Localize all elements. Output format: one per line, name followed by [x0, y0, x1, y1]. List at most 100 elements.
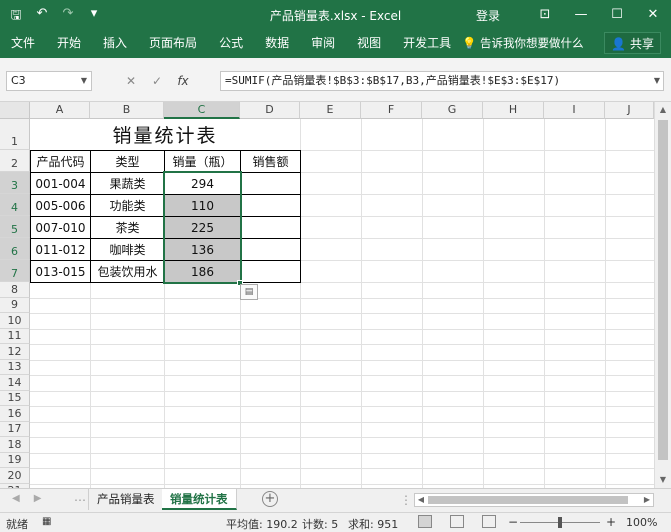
table-cell[interactable] [240, 260, 301, 283]
scroll-left-icon[interactable]: ◀ [415, 494, 427, 506]
row-header-4[interactable]: 4 [0, 194, 30, 216]
column-header-h[interactable]: H [483, 102, 544, 119]
add-sheet-icon[interactable]: + [262, 491, 278, 507]
row-header-16[interactable]: 16 [0, 406, 30, 422]
table-cell[interactable]: 007-010 [30, 216, 91, 239]
table-cell[interactable]: 136 [164, 238, 241, 261]
scroll-down-icon[interactable]: ▼ [655, 472, 671, 488]
table-cell[interactable]: 咖啡类 [90, 238, 165, 261]
column-header-c[interactable]: C [164, 102, 240, 119]
row-header-20[interactable]: 20 [0, 468, 30, 484]
zoom-out-icon[interactable]: − [508, 515, 518, 529]
tab-view[interactable]: 视图 [346, 30, 392, 58]
row-header-18[interactable]: 18 [0, 437, 30, 453]
table-cell[interactable]: 294 [164, 172, 241, 195]
row-header-19[interactable]: 19 [0, 452, 30, 468]
column-header-j[interactable]: J [605, 102, 654, 119]
column-header-e[interactable]: E [300, 102, 361, 119]
page-break-view-icon[interactable] [482, 515, 496, 528]
enter-icon[interactable]: ✓ [144, 71, 170, 91]
scroll-right-icon[interactable]: ▶ [641, 494, 653, 506]
formula-input[interactable]: =SUMIF(产品销量表!$B$3:$B$17,B3,产品销量表!$E$3:$E… [220, 71, 664, 91]
header-sales-amount[interactable]: 销售额 [240, 150, 301, 173]
horizontal-scrollbar[interactable]: ◀ ▶ [414, 493, 654, 507]
tab-insert[interactable]: 插入 [92, 30, 138, 58]
table-cell[interactable]: 013-015 [30, 260, 91, 283]
tab-review[interactable]: 审阅 [300, 30, 346, 58]
table-cell[interactable]: 果蔬类 [90, 172, 165, 195]
sheet-tab-sales-stats[interactable]: 销量统计表 [162, 489, 237, 510]
ribbon-display-icon[interactable]: ⊡ [527, 0, 563, 30]
row-header-7[interactable]: 7 [0, 260, 30, 282]
ellipsis-icon[interactable]: ⋯ [74, 493, 86, 507]
tab-data[interactable]: 数据 [254, 30, 300, 58]
table-cell[interactable]: 011-012 [30, 238, 91, 261]
table-cell[interactable]: 茶类 [90, 216, 165, 239]
row-header-1[interactable]: 1 [0, 119, 30, 150]
tab-page-layout[interactable]: 页面布局 [138, 30, 208, 58]
table-cell[interactable] [240, 172, 301, 195]
name-box[interactable]: C3 ▼ [6, 71, 92, 91]
table-cell[interactable] [240, 216, 301, 239]
header-sales-volume[interactable]: 销量（瓶） [164, 150, 241, 173]
expand-formula-icon[interactable]: ▼ [654, 72, 660, 90]
ellipsis-icon[interactable]: ⋮ [400, 493, 412, 507]
vertical-scrollbar[interactable]: ▲ ▼ [654, 102, 671, 488]
row-header-2[interactable]: 2 [0, 150, 30, 172]
worksheet-grid[interactable]: A B C D E F G H I J 1 2 3 4 5 6 7 8 9 10… [0, 102, 654, 488]
header-type[interactable]: 类型 [90, 150, 165, 173]
column-header-i[interactable]: I [544, 102, 605, 119]
row-header-14[interactable]: 14 [0, 375, 30, 391]
login-button[interactable]: 登录 [476, 7, 500, 24]
column-header-a[interactable]: A [30, 102, 90, 119]
row-header-10[interactable]: 10 [0, 313, 30, 329]
prev-sheet-icon[interactable]: ◀ [12, 493, 20, 504]
sheet-tab-sales-table[interactable]: 产品销量表 [88, 489, 164, 510]
table-cell[interactable] [240, 194, 301, 217]
chevron-down-icon[interactable]: ▼ [81, 72, 87, 90]
table-cell[interactable]: 功能类 [90, 194, 165, 217]
scroll-up-icon[interactable]: ▲ [655, 102, 671, 118]
select-all-button[interactable] [0, 102, 30, 119]
table-cell[interactable]: 包装饮用水 [90, 260, 165, 283]
table-cell[interactable]: 186 [164, 260, 241, 283]
macro-record-icon[interactable]: ▦ [42, 516, 51, 527]
zoom-level[interactable]: 100% [626, 516, 657, 529]
insert-function-icon[interactable]: fx [170, 71, 196, 91]
row-header-12[interactable]: 12 [0, 344, 30, 360]
minimize-icon[interactable]: — [563, 0, 599, 30]
cancel-icon[interactable]: ✕ [118, 71, 144, 91]
close-icon[interactable]: ✕ [635, 0, 671, 30]
row-header-15[interactable]: 15 [0, 390, 30, 406]
tab-formulas[interactable]: 公式 [208, 30, 254, 58]
normal-view-icon[interactable] [418, 515, 432, 528]
page-layout-view-icon[interactable] [450, 515, 464, 528]
tell-me-box[interactable]: 💡 告诉我你想要做什么 [462, 30, 583, 56]
quick-analysis-icon[interactable]: ▤ [240, 284, 258, 300]
row-header-17[interactable]: 17 [0, 421, 30, 437]
row-header-8[interactable]: 8 [0, 282, 30, 298]
column-header-b[interactable]: B [90, 102, 164, 119]
column-header-g[interactable]: G [422, 102, 483, 119]
row-header-9[interactable]: 9 [0, 297, 30, 313]
table-cell[interactable]: 225 [164, 216, 241, 239]
row-header-11[interactable]: 11 [0, 328, 30, 344]
table-cell[interactable]: 005-006 [30, 194, 91, 217]
zoom-in-icon[interactable]: + [606, 515, 616, 529]
table-cell[interactable]: 110 [164, 194, 241, 217]
maximize-icon[interactable]: ☐ [599, 0, 635, 30]
zoom-slider-knob[interactable] [558, 517, 562, 528]
tab-developer[interactable]: 开发工具 [392, 30, 462, 58]
row-header-6[interactable]: 6 [0, 238, 30, 260]
scroll-thumb[interactable] [428, 496, 628, 504]
tab-file[interactable]: 文件 [0, 30, 46, 58]
scroll-thumb[interactable] [658, 120, 668, 460]
tab-home[interactable]: 开始 [46, 30, 92, 58]
header-product-code[interactable]: 产品代码 [30, 150, 91, 173]
next-sheet-icon[interactable]: ▶ [34, 493, 42, 504]
table-title[interactable]: 销量统计表 [30, 119, 300, 150]
row-header-3[interactable]: 3 [0, 172, 30, 194]
table-cell[interactable] [240, 238, 301, 261]
column-header-d[interactable]: D [240, 102, 300, 119]
row-header-5[interactable]: 5 [0, 216, 30, 238]
